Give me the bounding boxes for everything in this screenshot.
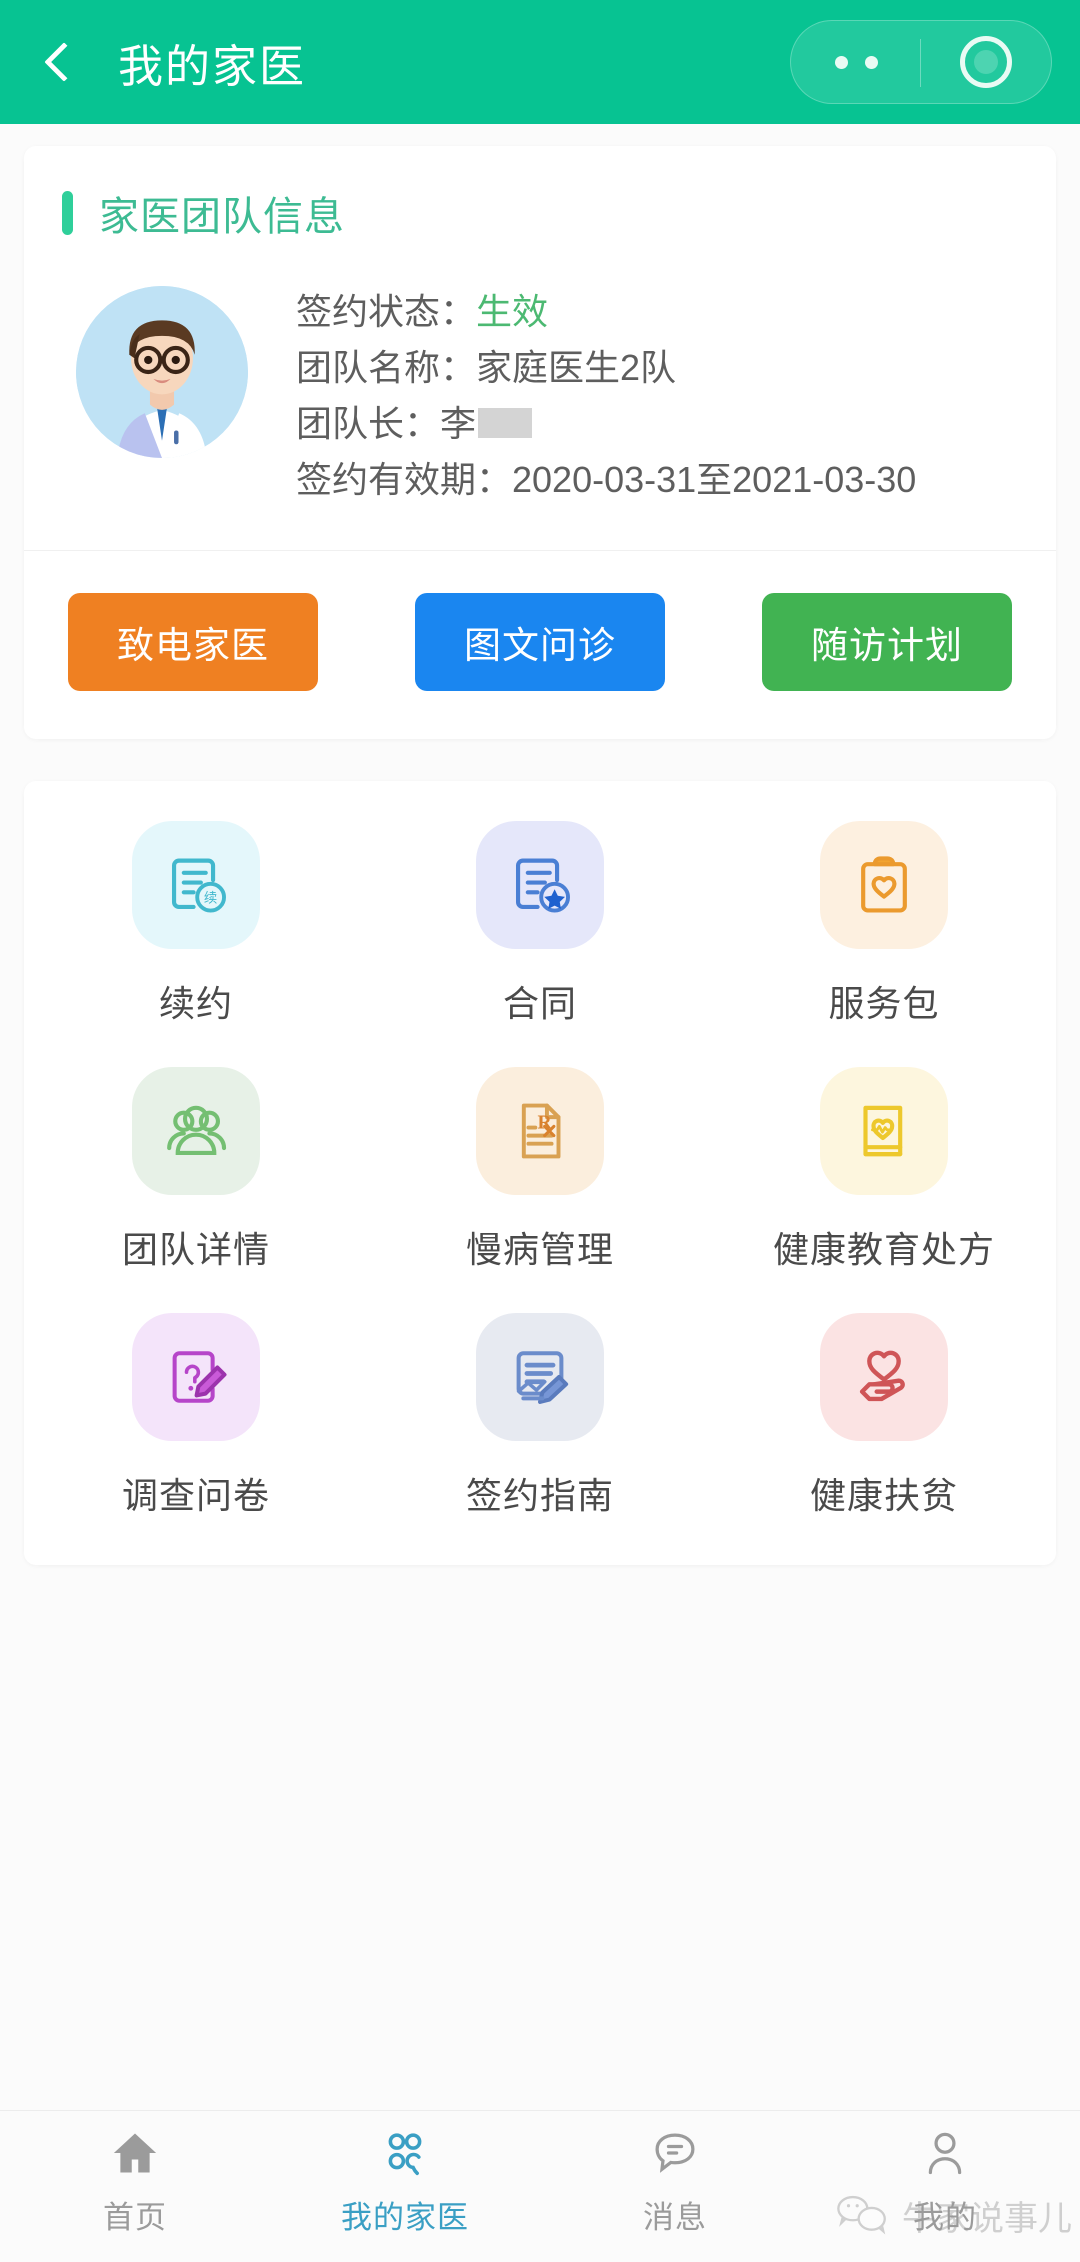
followup-plan-button[interactable]: 随访计划 [762,593,1012,691]
heart-in-hand-icon [820,1313,948,1441]
info-line-valid-period: 签约有效期：2020-03-31至2021-03-30 [296,452,916,508]
info-value-valid-period: 2020-03-31至2021-03-30 [512,459,917,500]
info-value-team-name: 家庭医生2队 [476,347,677,388]
page-title: 我的家医 [118,40,307,92]
grid-label: 团队详情 [121,1229,270,1270]
call-doctor-button[interactable]: 致电家医 [68,593,318,691]
grid-label: 续约 [158,983,233,1024]
grid-label: 合同 [502,983,577,1024]
svg-text:续: 续 [204,891,217,906]
back-button[interactable] [36,39,82,85]
message-icon [649,2122,701,2184]
text-consult-button[interactable]: 图文问诊 [415,593,665,691]
clipboard-heart-icon [820,821,948,949]
renew-document-icon: 续 [132,821,260,949]
grid-item-service-package[interactable]: 服务包 [712,821,1056,1027]
grid-label: 慢病管理 [465,1229,614,1270]
tab-messages[interactable]: 消息 [540,2111,810,2262]
contract-star-icon [476,821,604,949]
status-badge: 生效 [476,291,549,332]
info-label-valid-period: 签约有效期： [296,459,513,500]
grid-label: 健康教育处方 [772,1229,995,1270]
person-icon [919,2122,971,2184]
grid-label: 服务包 [828,983,940,1024]
info-label-team-name: 团队名称： [296,347,477,388]
bottom-tab-bar: 首页 我的家医 消息 我的 牛家说事儿 [0,2110,1080,2262]
grid-label: 签约指南 [465,1475,614,1516]
tab-label: 我的家医 [341,2200,469,2235]
tab-my-family-doctor[interactable]: 我的家医 [270,2111,540,2262]
doctor-avatar [76,286,248,458]
info-line-team-leader: 团队长：李 [296,396,916,452]
team-info-lines: 签约状态：生效 团队名称：家庭医生2队 团队长：李 签约有效期：2020-03-… [296,278,916,508]
tab-home[interactable]: 首页 [0,2111,270,2262]
tab-label: 消息 [643,2200,707,2235]
section-accent-bar [62,191,73,235]
service-grid: 续 续约 合同 服务包 团队详情 R 慢病管理 健康教育处方 调查问卷 签约指南… [24,821,1056,1519]
prescription-rx-icon: R [476,1067,604,1195]
health-book-heart-icon [820,1067,948,1195]
tab-label: 首页 [103,2200,167,2235]
team-info-row: 签约状态：生效 团队名称：家庭医生2队 团队长：李 签约有效期：2020-03-… [24,252,1056,550]
grid-label: 健康扶贫 [809,1475,958,1516]
grid-item-signing-guide[interactable]: 签约指南 [368,1313,712,1519]
tab-profile[interactable]: 我的 [810,2111,1080,2262]
grid-item-questionnaire[interactable]: 调查问卷 [24,1313,368,1519]
info-line-status: 签约状态：生效 [296,284,916,340]
action-button-row: 致电家医 图文问诊 随访计划 [24,551,1056,739]
close-miniprogram-button[interactable] [921,21,1051,103]
info-value-team-leader: 李 [440,403,477,444]
grid-item-chronic-disease[interactable]: R 慢病管理 [368,1067,712,1273]
grid-item-health-education[interactable]: 健康教育处方 [712,1067,1056,1273]
grid-item-health-poverty-aid[interactable]: 健康扶贫 [712,1313,1056,1519]
service-grid-card: 续 续约 合同 服务包 团队详情 R 慢病管理 健康教育处方 调查问卷 签约指南… [24,781,1056,1565]
family-doctor-team-card: 家医团队信息 签约状态：生效 团队名称：家庭医生2队 团队长：李 签约有效期：2… [24,146,1056,739]
target-circle-icon [960,36,1012,88]
info-label-status: 签约状态： [296,291,477,332]
grid-item-renew[interactable]: 续 续约 [24,821,368,1027]
tab-label: 我的 [913,2200,977,2235]
grid-item-contract[interactable]: 合同 [368,821,712,1027]
section-header: 家医团队信息 [24,146,1056,252]
redaction-block [478,408,533,438]
grid-item-team-detail[interactable]: 团队详情 [24,1067,368,1273]
app-header: 我的家医 [0,0,1080,124]
more-menu-button[interactable] [791,21,921,103]
questionnaire-pencil-icon [132,1313,260,1441]
stethoscope-icon [379,2122,431,2184]
team-people-icon [132,1067,260,1195]
info-line-team-name: 团队名称：家庭医生2队 [296,340,916,396]
info-label-team-leader: 团队长： [296,403,441,444]
ellipsis-icon [834,55,878,69]
home-icon [109,2122,161,2184]
signing-guide-icon [476,1313,604,1441]
section-title: 家医团队信息 [99,195,345,239]
miniprogram-capsule [790,20,1052,104]
grid-label: 调查问卷 [121,1475,270,1516]
